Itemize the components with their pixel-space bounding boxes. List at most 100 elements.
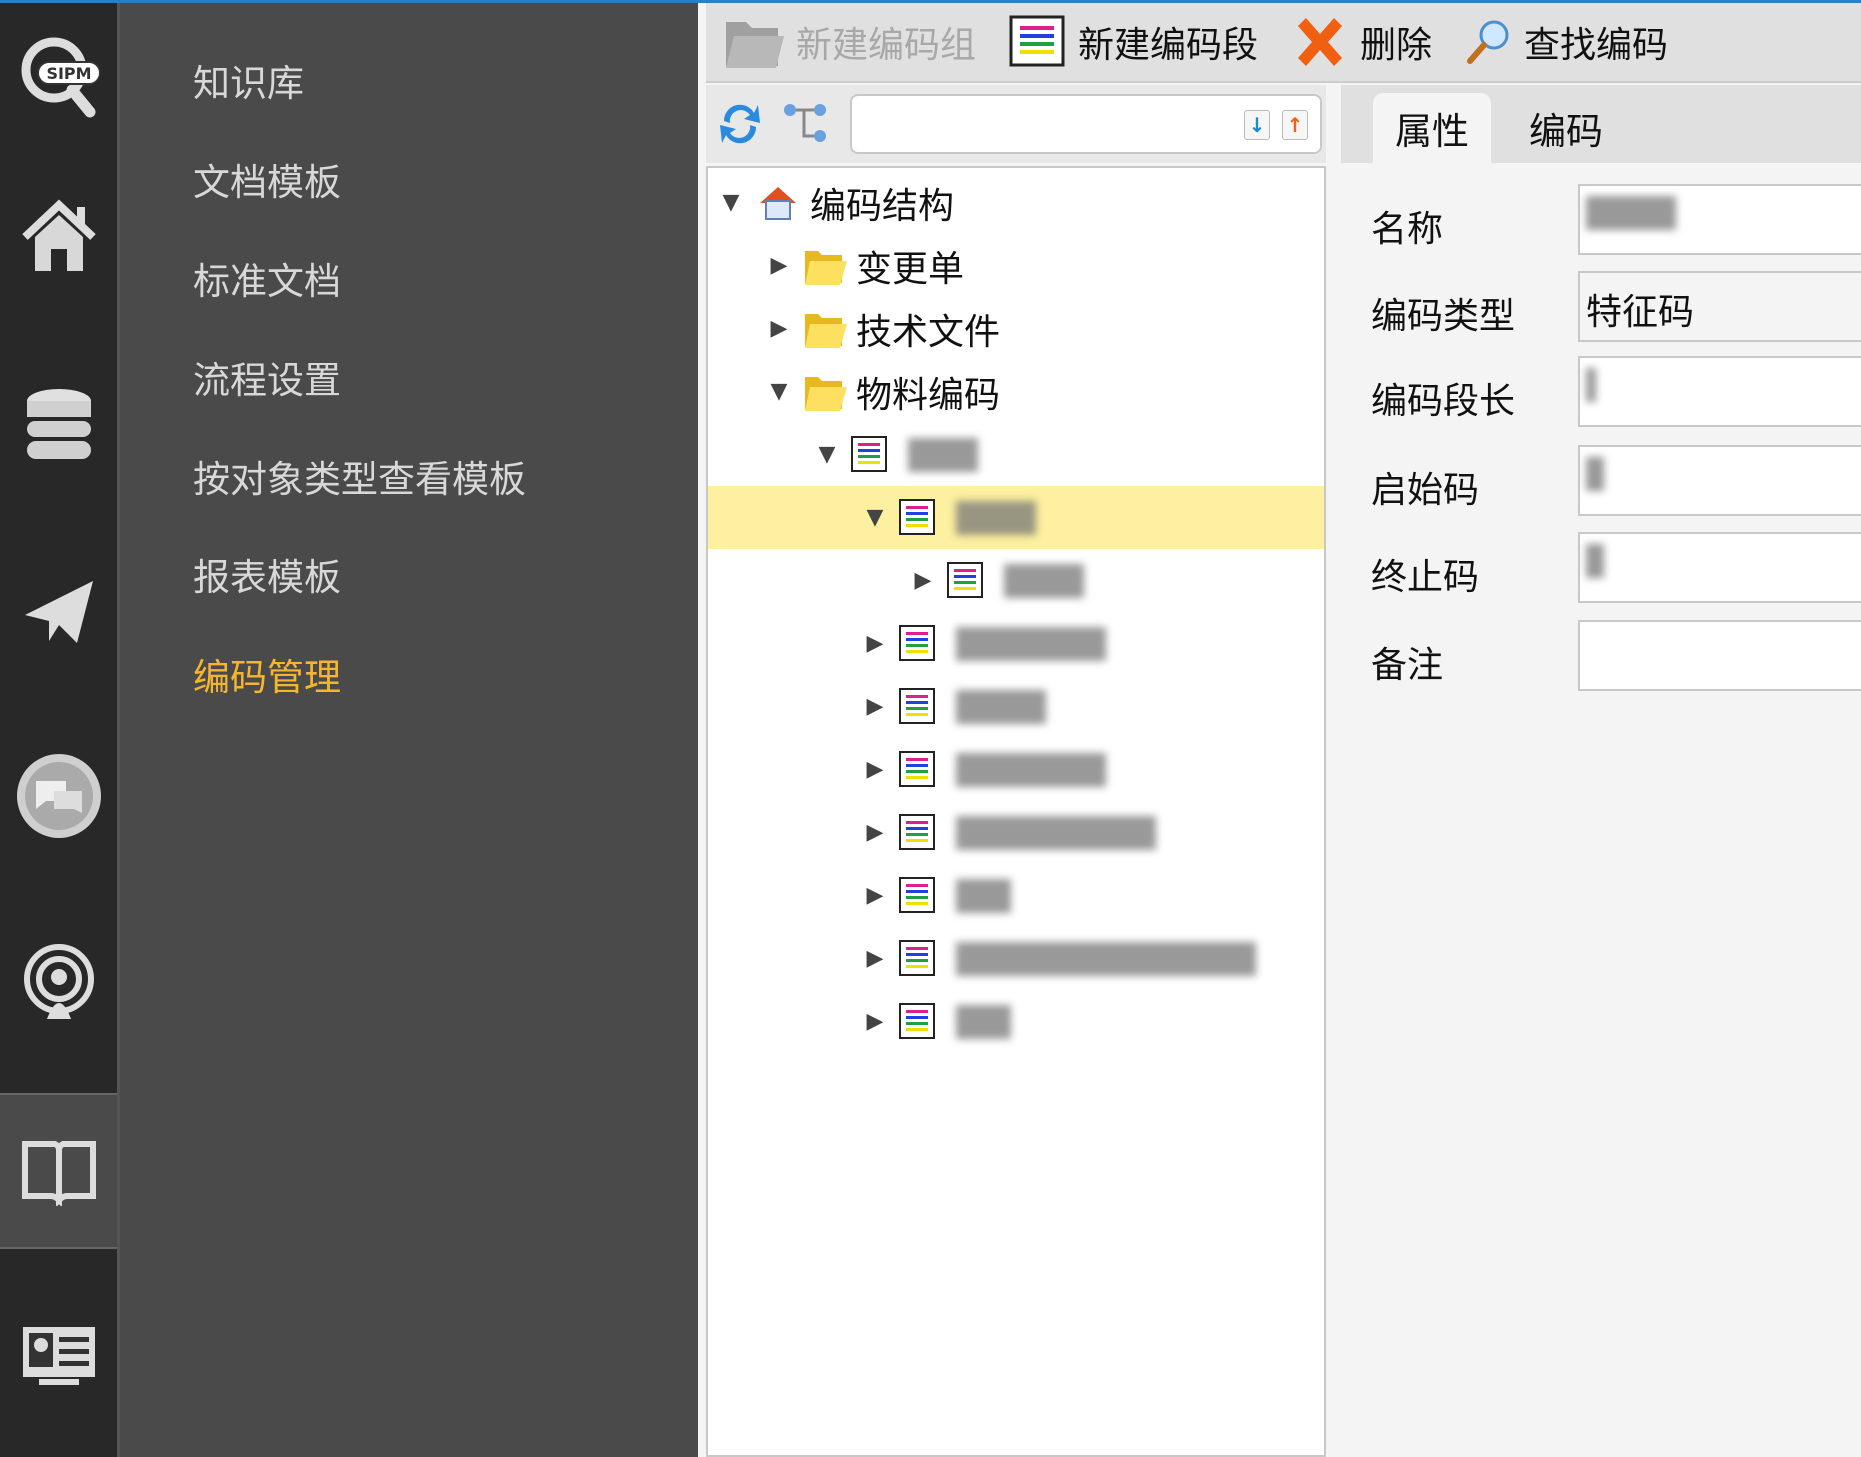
start-code-field[interactable] <box>1578 445 1861 516</box>
tree-node-code-segment[interactable]: ▼ <box>708 486 1324 549</box>
new-code-group-label: 新建编码组 <box>796 25 977 66</box>
tree-node-code-segment[interactable]: ▶ <box>708 801 1324 864</box>
search-prev-up-arrow-icon[interactable]: ↑ <box>1282 110 1308 140</box>
database-icon[interactable] <box>0 357 117 497</box>
find-code-button[interactable]: 查找编码 <box>1464 16 1668 68</box>
code-structure-tree: ▼ 编码结构 ▶ 变更单 ▶ 技术文件 ▼ 物料编码 ▼ ▼ ▶ ▶ ▶ ▶ ▶ ▶ ▶ ▶ <box>706 166 1326 1457</box>
redacted-label <box>956 815 1156 850</box>
tab-codes[interactable]: 编码 <box>1507 93 1625 163</box>
menu-item-document-template[interactable]: 文档模板 <box>193 152 341 206</box>
home-node-icon <box>760 186 796 220</box>
redacted-label <box>956 1004 1011 1039</box>
folder-icon <box>805 250 847 285</box>
collapse-arrow-icon[interactable]: ▼ <box>812 442 842 467</box>
search-next-down-arrow-icon[interactable]: ↓ <box>1244 110 1270 140</box>
menu-item-workflow-settings[interactable]: 流程设置 <box>193 350 341 404</box>
end-code-field[interactable] <box>1578 532 1861 603</box>
expand-arrow-icon[interactable]: ▶ <box>860 883 890 908</box>
segment-list-icon <box>1009 15 1065 67</box>
folder-label: 技术文件 <box>856 311 1001 353</box>
magnifier-icon <box>1467 20 1509 64</box>
tree-node-folder[interactable]: ▶ 技术文件 <box>708 297 1324 360</box>
expand-arrow-icon[interactable]: ▶ <box>860 694 890 719</box>
refresh-icon[interactable] <box>718 99 762 149</box>
send-icon[interactable] <box>0 541 117 681</box>
chat-icon[interactable] <box>0 726 117 866</box>
tab-properties[interactable]: 属性 <box>1373 93 1491 163</box>
menu-item-template-by-object-type[interactable]: 按对象类型查看模板 <box>193 449 526 503</box>
menu-item-code-management[interactable]: 编码管理 <box>193 647 341 701</box>
folder-icon <box>805 376 847 411</box>
segment-list-icon <box>899 876 935 913</box>
folder-label: 物料编码 <box>856 374 1001 416</box>
expand-arrow-icon[interactable]: ▶ <box>860 820 890 845</box>
expand-arrow-icon[interactable]: ▶ <box>764 253 794 278</box>
expand-arrow-icon[interactable]: ▶ <box>860 631 890 656</box>
form-row-code-type: 编码类型 特征码 <box>1341 271 1861 342</box>
redacted-label <box>956 941 1256 976</box>
menu-item-report-template[interactable]: 报表模板 <box>193 547 341 601</box>
sipm-logo-icon[interactable]: SIPM <box>0 7 117 147</box>
form-row-name: 名称 <box>1341 184 1861 255</box>
tree-root-label: 编码结构 <box>810 185 955 227</box>
segment-list-icon <box>899 687 935 724</box>
tree-node-root[interactable]: ▼ 编码结构 <box>708 171 1324 234</box>
menu-item-knowledge-base[interactable]: 知识库 <box>193 53 304 107</box>
book-icon[interactable] <box>0 1093 117 1249</box>
redacted-label <box>956 752 1106 787</box>
tree-node-code-segment[interactable]: ▶ <box>708 738 1324 801</box>
tree-node-code-segment[interactable]: ▼ <box>708 423 1324 486</box>
redacted-label <box>1004 563 1084 598</box>
segment-list-icon <box>947 561 983 598</box>
tab-bar: 属性 编码 <box>1341 85 1861 163</box>
collapse-arrow-icon[interactable]: ▼ <box>764 379 794 404</box>
tree-node-folder[interactable]: ▼ 物料编码 <box>708 360 1324 423</box>
tree-node-code-segment[interactable]: ▶ <box>708 990 1324 1053</box>
tree-structure-icon[interactable] <box>782 102 830 146</box>
expand-arrow-icon[interactable]: ▶ <box>860 1009 890 1034</box>
segment-list-icon <box>851 435 887 472</box>
expand-arrow-icon[interactable]: ▶ <box>908 568 938 593</box>
collapse-arrow-icon[interactable]: ▼ <box>860 505 890 530</box>
delete-button[interactable]: 删除 <box>1290 12 1432 72</box>
id-card-icon[interactable] <box>0 1286 117 1426</box>
tree-node-folder[interactable]: ▶ 变更单 <box>708 234 1324 297</box>
tree-node-code-segment[interactable]: ▶ <box>708 927 1324 990</box>
remark-field[interactable] <box>1578 620 1861 691</box>
menu-item-standard-document[interactable]: 标准文档 <box>193 251 341 305</box>
tree-search-input[interactable]: ↓ ↑ <box>850 94 1322 154</box>
redacted-label <box>956 689 1046 724</box>
segment-list-icon <box>899 498 935 535</box>
find-code-label: 查找编码 <box>1524 25 1669 66</box>
new-code-group-button[interactable]: 新建编码组 <box>722 12 976 72</box>
form-row-remark: 备注 <box>1341 620 1861 691</box>
delete-x-icon <box>1298 18 1343 66</box>
properties-panel: 属性 编码 名称 编码类型 特征码 编码段长 启始码 终止码 备注 <box>1341 85 1861 1457</box>
tree-node-code-segment[interactable]: ▶ <box>708 864 1324 927</box>
code-type-field[interactable]: 特征码 <box>1578 271 1861 342</box>
redacted-label <box>956 626 1106 661</box>
segment-length-field[interactable] <box>1578 356 1861 427</box>
segment-list-icon <box>899 624 935 661</box>
new-code-segment-button[interactable]: 新建编码段 <box>1008 14 1258 70</box>
redacted-label <box>956 500 1036 535</box>
home-icon[interactable] <box>0 167 117 307</box>
icon-sidebar: SIPM <box>0 3 117 1457</box>
expand-arrow-icon[interactable]: ▶ <box>860 946 890 971</box>
tree-node-code-segment[interactable]: ▶ <box>708 549 1324 612</box>
expand-arrow-icon[interactable]: ▶ <box>764 316 794 341</box>
form-row-start-code: 启始码 <box>1341 445 1861 516</box>
name-field[interactable] <box>1578 184 1861 255</box>
collapse-arrow-icon[interactable]: ▼ <box>716 190 746 215</box>
form-row-segment-length: 编码段长 <box>1341 356 1861 427</box>
tree-node-code-segment[interactable]: ▶ <box>708 612 1324 675</box>
module-menu: 知识库 文档模板 标准文档 流程设置 按对象类型查看模板 报表模板 编码管理 <box>117 3 698 1457</box>
redacted-label <box>956 878 1011 913</box>
segment-list-icon <box>899 750 935 787</box>
redacted-value <box>1586 368 1596 402</box>
folder-label: 变更单 <box>856 248 965 290</box>
tree-node-code-segment[interactable]: ▶ <box>708 675 1324 738</box>
expand-arrow-icon[interactable]: ▶ <box>860 757 890 782</box>
delete-label: 删除 <box>1360 25 1433 66</box>
podcast-icon[interactable] <box>0 913 117 1053</box>
